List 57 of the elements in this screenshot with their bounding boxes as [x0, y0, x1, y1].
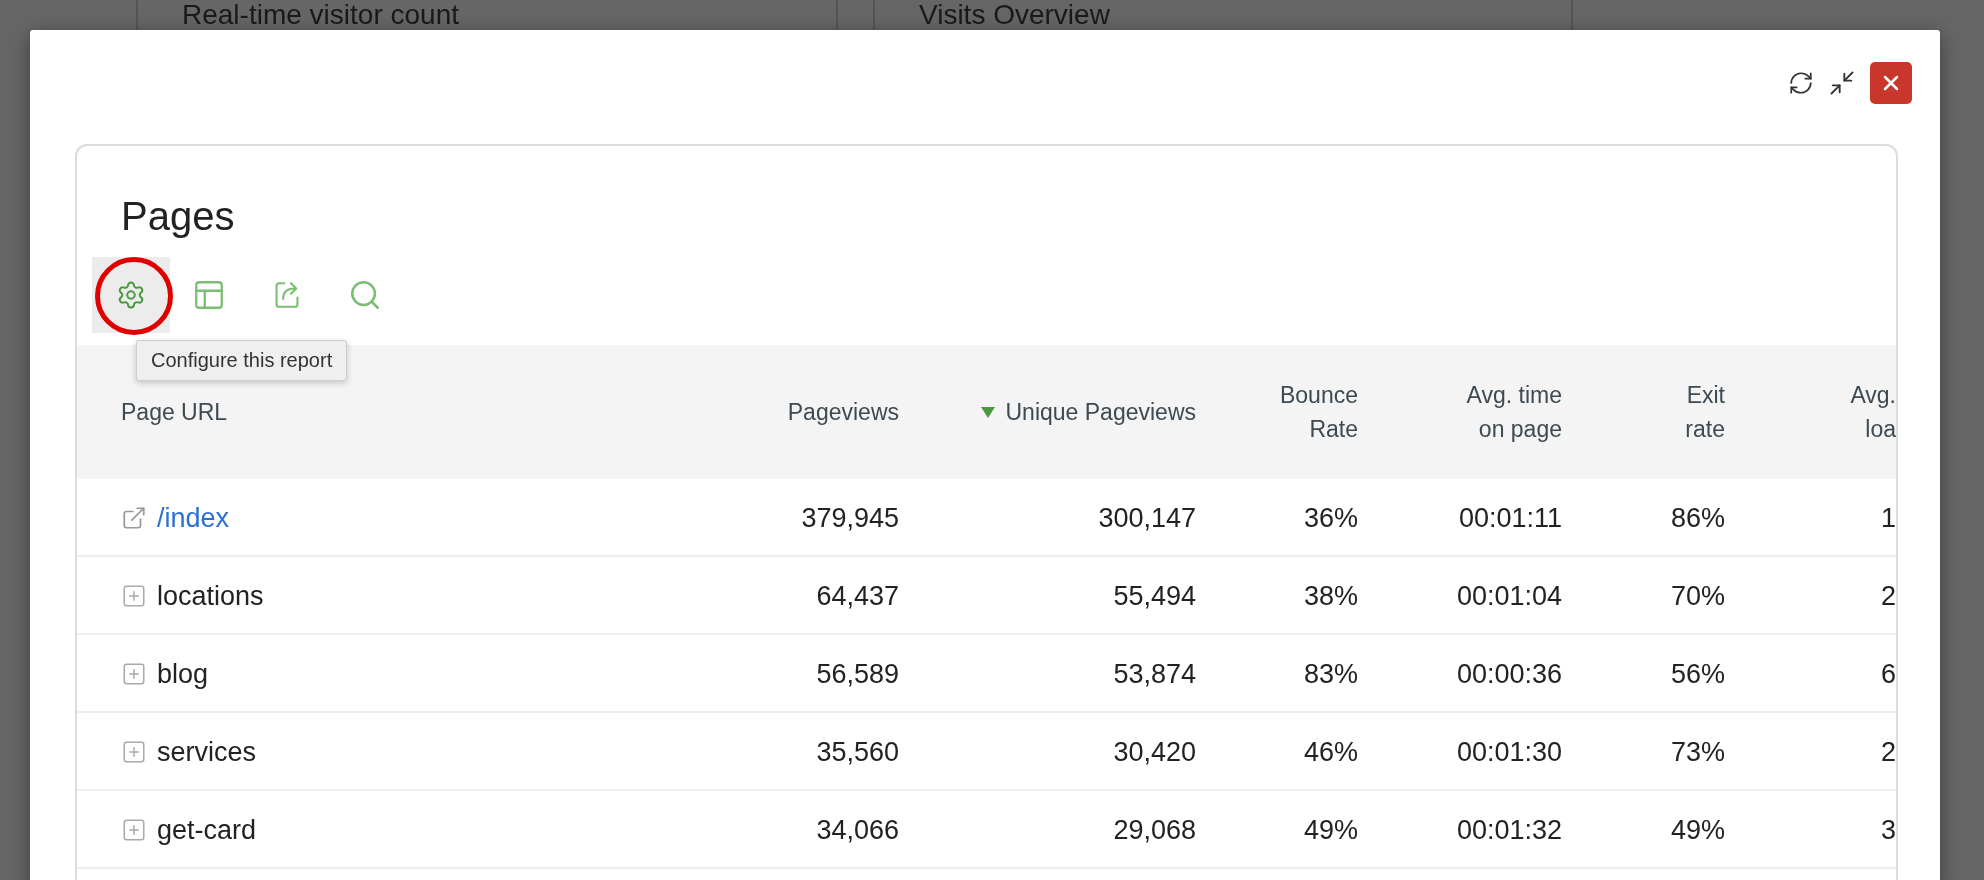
report-title: Pages — [121, 194, 236, 239]
table-cell: 34,066 — [816, 814, 899, 846]
page-link[interactable]: /index — [157, 502, 230, 534]
table-cell: 38% — [1303, 580, 1358, 612]
expand-icon[interactable] — [121, 661, 147, 687]
table-cell: 49% — [1670, 814, 1725, 846]
tooltip: Configure this report — [136, 340, 348, 381]
column-header[interactable]: Exit rate — [1685, 378, 1725, 446]
table-cell: 3 — [1880, 814, 1896, 846]
minimize-icon — [1828, 69, 1856, 97]
column-header[interactable]: Avg. loa — [1850, 378, 1896, 446]
table-cell: 1 — [1880, 502, 1896, 534]
column-header[interactable]: Avg. time on page — [1466, 378, 1562, 446]
table-cell: 64,437 — [816, 580, 899, 612]
table-cell: 30,420 — [1113, 736, 1196, 768]
table-cell: 2 — [1880, 580, 1896, 612]
minimize-button[interactable] — [1828, 69, 1856, 97]
page-label: services — [157, 736, 257, 768]
table-icon — [192, 278, 226, 312]
table-cell: 55,494 — [1113, 580, 1196, 612]
refresh-icon — [1788, 70, 1814, 96]
page-label: blog — [157, 658, 209, 690]
table-cell: 83% — [1303, 658, 1358, 690]
expand-icon[interactable] — [121, 817, 147, 843]
table-cell: 53,874 — [1113, 658, 1196, 690]
table-cell: 6 — [1880, 658, 1896, 690]
close-button[interactable] — [1870, 62, 1912, 104]
table-cell: 00:01:11 — [1458, 502, 1562, 534]
table-cell: 46% — [1303, 736, 1358, 768]
table-cell: 300,147 — [1098, 502, 1196, 534]
external-link-icon[interactable] — [121, 505, 147, 531]
table-cell: 70% — [1670, 580, 1725, 612]
table-cell: 73% — [1670, 736, 1725, 768]
expand-icon[interactable] — [121, 739, 147, 765]
table-cell: 49% — [1303, 814, 1358, 846]
table-cell: 00:01:30 — [1456, 736, 1562, 768]
column-header[interactable]: Unique Pageviews — [1005, 395, 1196, 429]
table-cell: 36% — [1303, 502, 1358, 534]
settings-icon — [116, 280, 146, 310]
expand-icon[interactable] — [121, 583, 147, 609]
table-cell: 29,068 — [1113, 814, 1196, 846]
table-cell: 00:01:04 — [1456, 580, 1562, 612]
table-cell: 86% — [1670, 502, 1725, 534]
column-header[interactable]: Pageviews — [787, 395, 899, 429]
column-header[interactable]: Bounce Rate — [1280, 378, 1358, 446]
table-cell: 00:00:36 — [1456, 658, 1562, 690]
table-cell: 56% — [1670, 658, 1725, 690]
table-cell: 35,560 — [816, 736, 899, 768]
table-cell: 2 — [1880, 736, 1896, 768]
page-label: get-card — [157, 814, 257, 846]
page-label: locations — [157, 580, 264, 612]
search-icon — [348, 278, 382, 312]
table-cell: 379,945 — [801, 502, 899, 534]
table-cell: 00:01:32 — [1456, 814, 1562, 846]
refresh-button[interactable] — [1788, 70, 1814, 96]
table-cell: 56,589 — [816, 658, 899, 690]
column-header[interactable]: Page URL — [121, 395, 228, 429]
